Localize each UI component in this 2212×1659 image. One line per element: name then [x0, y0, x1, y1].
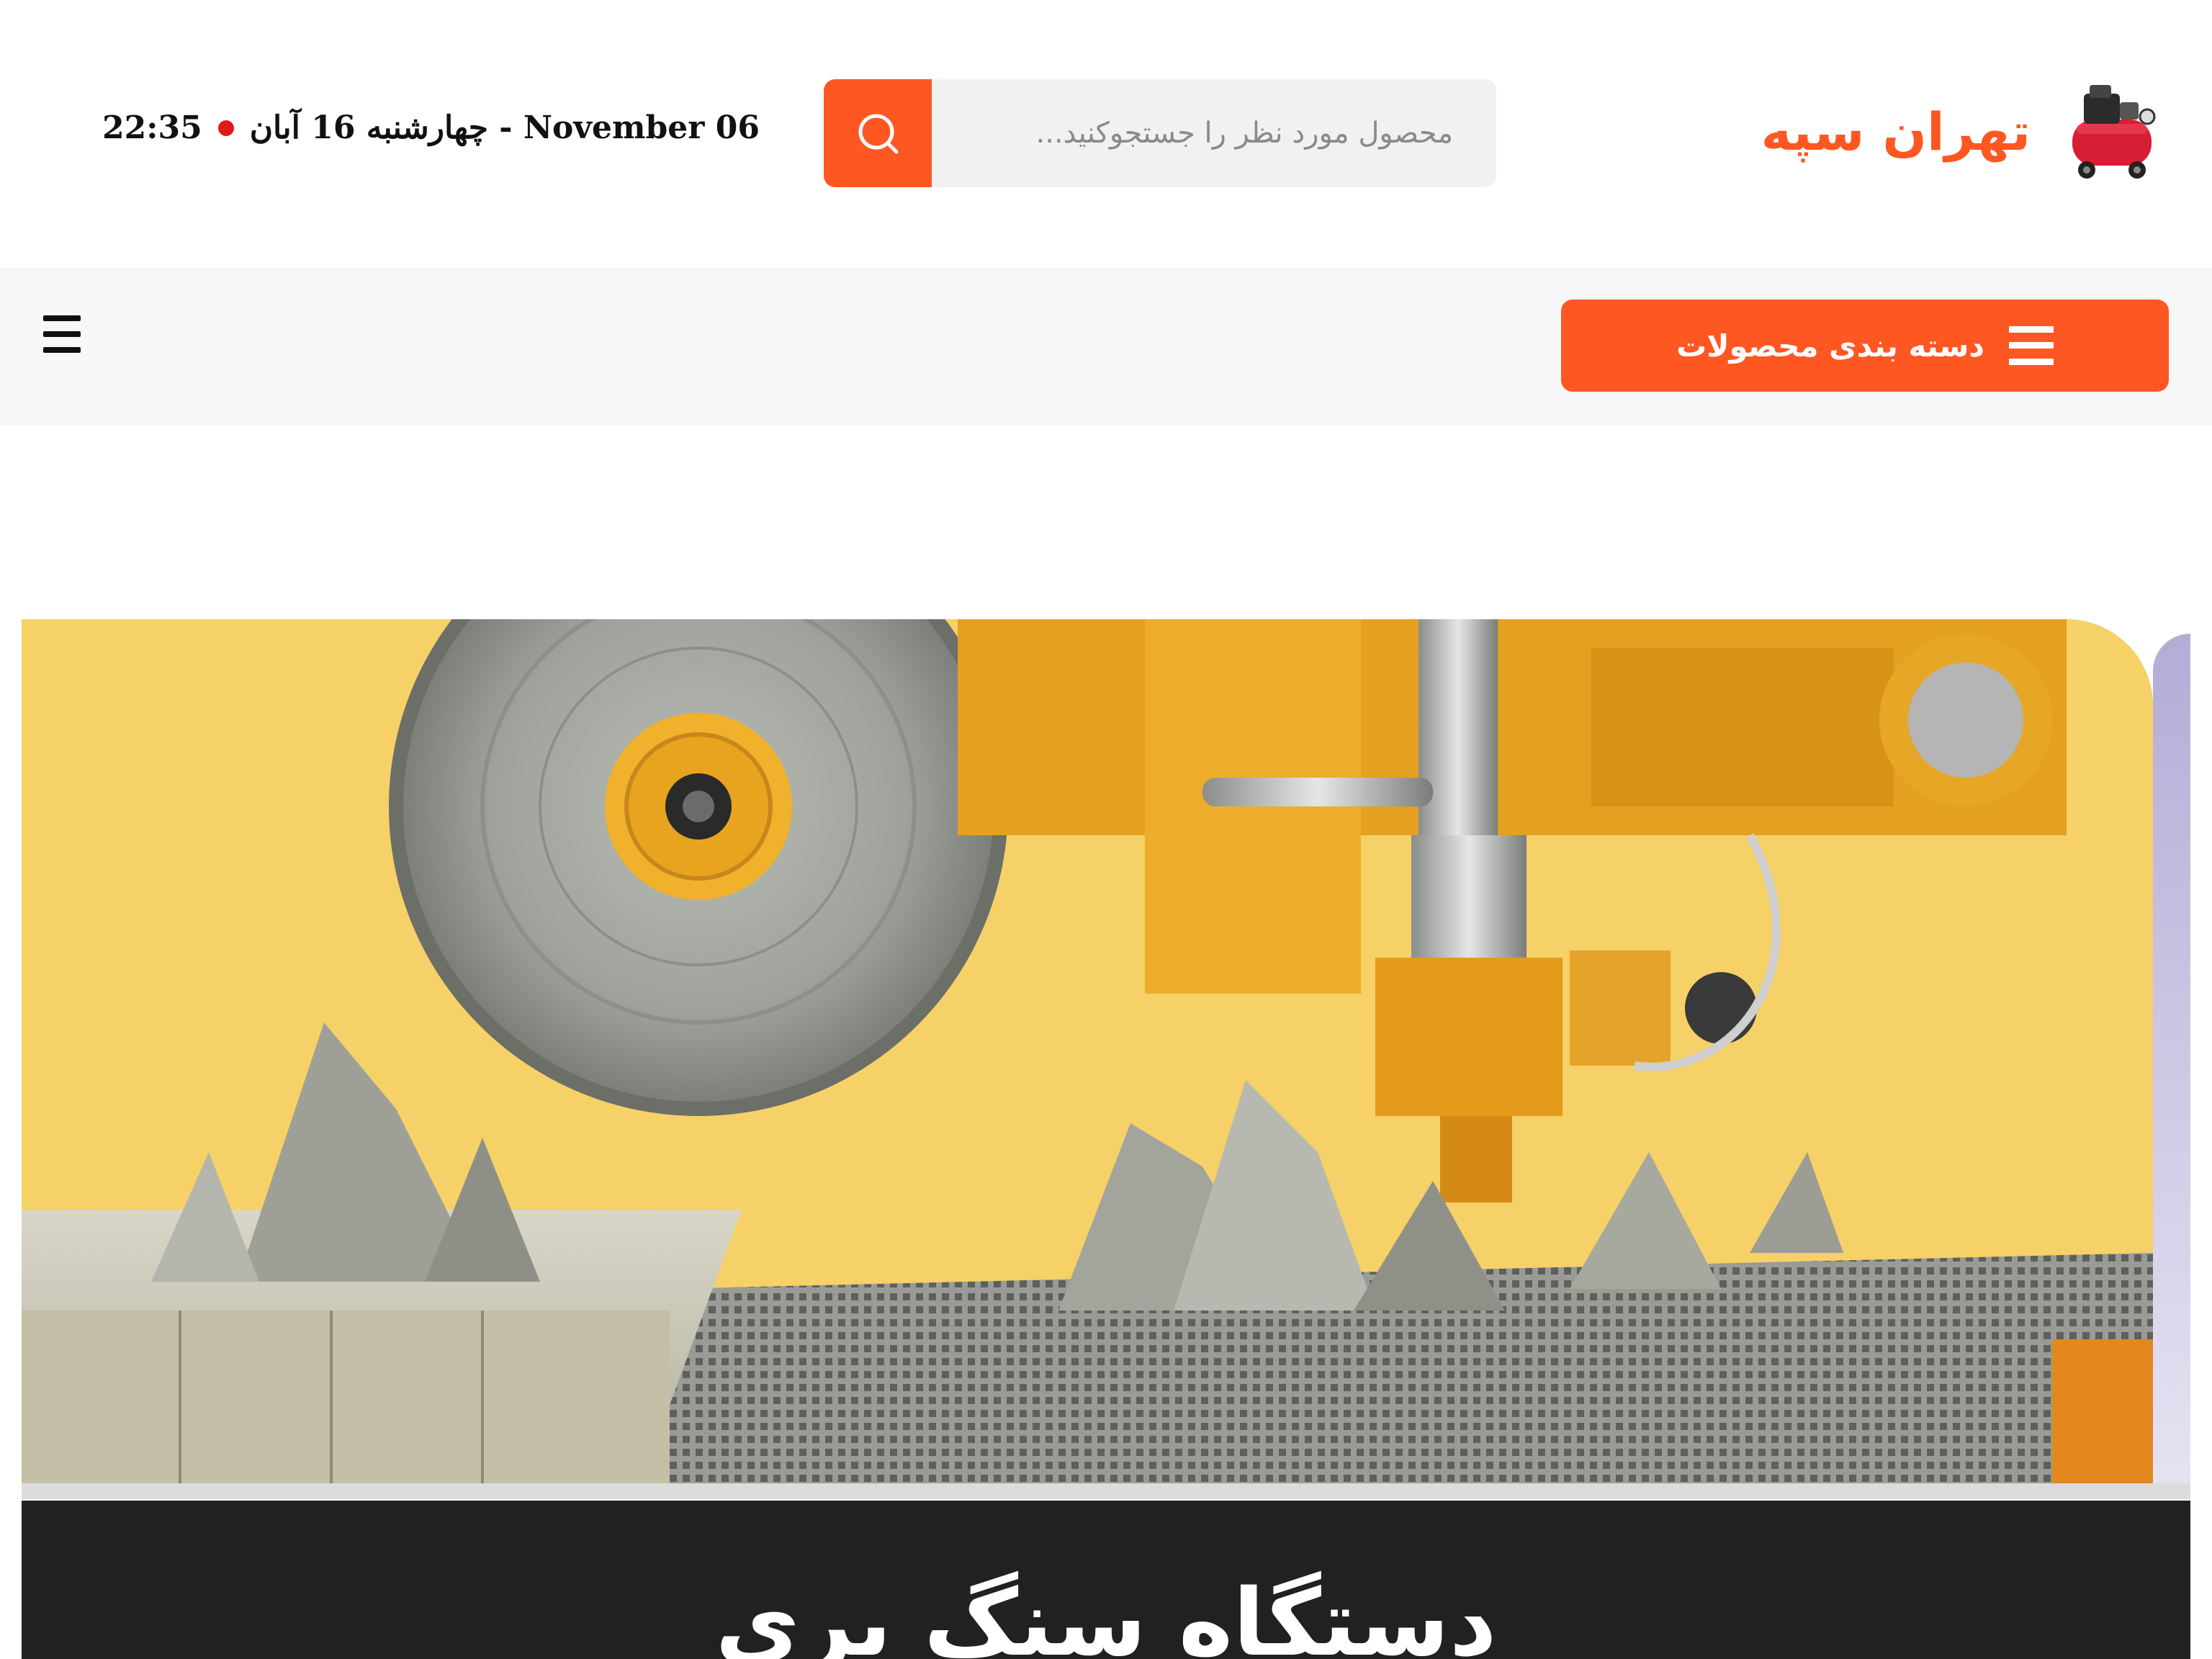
- air-compressor-icon: [2072, 85, 2156, 179]
- search-input[interactable]: [932, 79, 1496, 187]
- hero-caption-title: دستگاه سنگ بری: [715, 1570, 1497, 1659]
- site-header: تهران سپه محصول مورد نظر را جستجوکنید...…: [0, 0, 2212, 268]
- next-slide-preview[interactable]: [2153, 634, 2190, 1483]
- current-time: 22:35: [102, 109, 202, 146]
- current-date: چهارشنبه 16 آبان - November 06: [249, 109, 760, 146]
- site-logo[interactable]: تهران سپه: [1761, 78, 2163, 186]
- hero-caption: دستگاه سنگ بری: [22, 1501, 2190, 1659]
- search-button[interactable]: [824, 79, 932, 187]
- page: تهران سپه محصول مورد نظر را جستجوکنید...…: [0, 0, 2212, 1659]
- slider-progress-track: [22, 1483, 2190, 1499]
- menu-icon: [2008, 326, 2054, 365]
- nav-bar: دسته بندی محصولات: [0, 268, 2212, 425]
- date-time-display: 22:35 چهارشنبه 16 آبان - November 06: [102, 109, 760, 146]
- live-dot-icon: [217, 120, 234, 136]
- search-icon: [858, 114, 899, 154]
- categories-button[interactable]: دسته بندی محصولات: [1561, 300, 2169, 392]
- brand-name[interactable]: تهران سپه: [1761, 102, 2031, 162]
- hero-slide-image[interactable]: [22, 619, 2153, 1483]
- hamburger-icon[interactable]: [43, 315, 81, 353]
- categories-button-label: دسته بندی محصولات: [1676, 328, 1984, 364]
- search-bar: [824, 79, 1496, 187]
- stone-cutting-machine-image: [22, 619, 2153, 1483]
